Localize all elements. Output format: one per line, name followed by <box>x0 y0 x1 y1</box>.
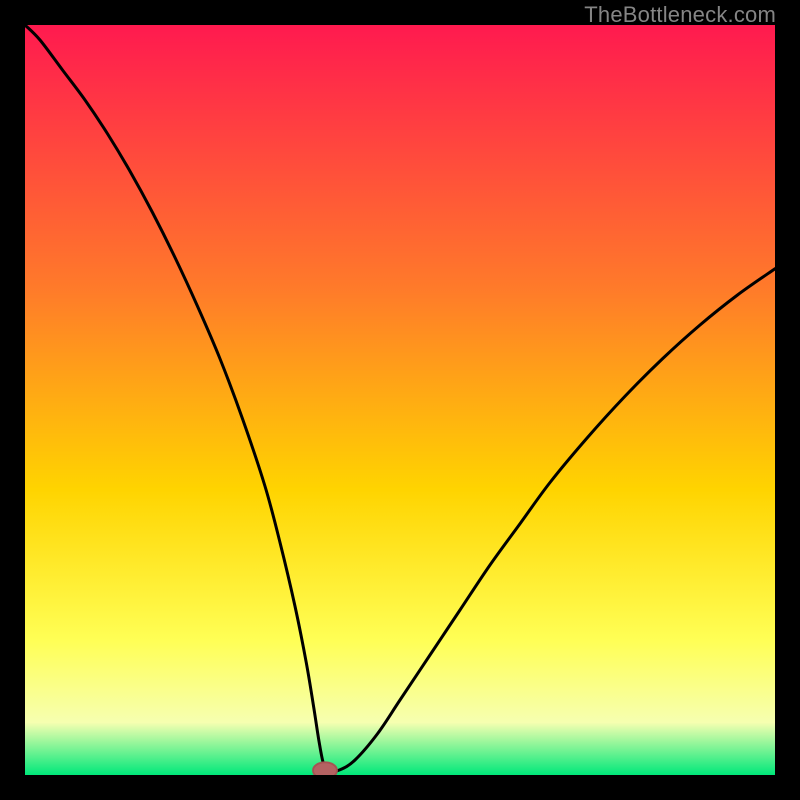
gradient-background <box>25 25 775 775</box>
outer-frame: TheBottleneck.com <box>0 0 800 800</box>
bottleneck-chart <box>25 25 775 775</box>
optimal-marker <box>313 762 337 775</box>
